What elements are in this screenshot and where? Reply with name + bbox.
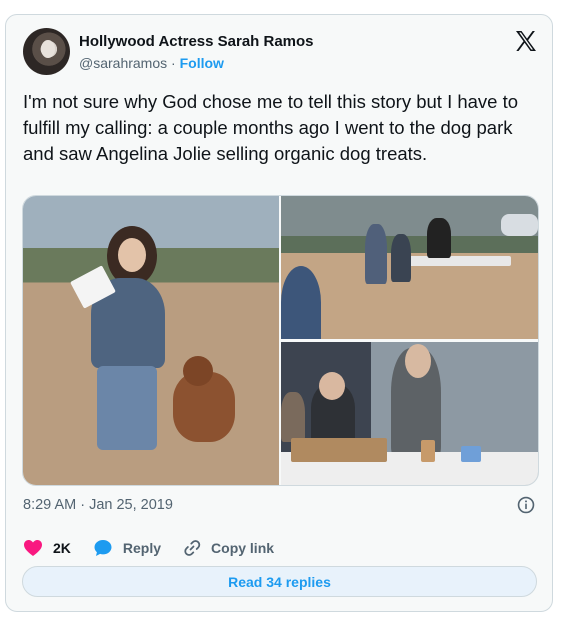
heart-icon xyxy=(24,540,42,556)
photo-treat-stand[interactable] xyxy=(281,196,538,339)
copy-link-button[interactable]: Copy link xyxy=(183,539,274,557)
avatar[interactable] xyxy=(23,28,70,75)
speech-bubble-icon xyxy=(94,540,112,556)
reply-label: Reply xyxy=(122,540,162,556)
author-meta: @sarahramos · Follow xyxy=(79,55,224,71)
copy-link-label: Copy link xyxy=(211,540,275,556)
link-icon xyxy=(184,540,201,556)
meta-separator: · xyxy=(171,55,176,71)
action-bar: 2K Reply Copy link xyxy=(23,537,296,559)
photo-closeup-stand[interactable] xyxy=(281,342,538,485)
tweet-card: Hollywood Actress Sarah Ramos @sarahramo… xyxy=(5,14,553,612)
read-replies-button[interactable]: Read 34 replies xyxy=(22,566,537,597)
author-handle[interactable]: @sarahramos xyxy=(79,55,167,71)
follow-button[interactable]: Follow xyxy=(180,55,224,71)
like-count: 2K xyxy=(53,540,71,556)
x-logo-icon[interactable] xyxy=(514,29,538,53)
reply-button[interactable]: Reply xyxy=(93,538,161,558)
like-button[interactable]: 2K xyxy=(23,539,71,557)
info-icon[interactable] xyxy=(517,496,535,514)
media-grid xyxy=(22,195,539,486)
photo-dog-park[interactable] xyxy=(23,196,279,485)
tweet-text: I'm not sure why God chose me to tell th… xyxy=(23,91,519,164)
tweet-timestamp[interactable]: 8:29 AM · Jan 25, 2019 xyxy=(23,497,173,513)
author-name[interactable]: Hollywood Actress Sarah Ramos xyxy=(79,33,314,50)
